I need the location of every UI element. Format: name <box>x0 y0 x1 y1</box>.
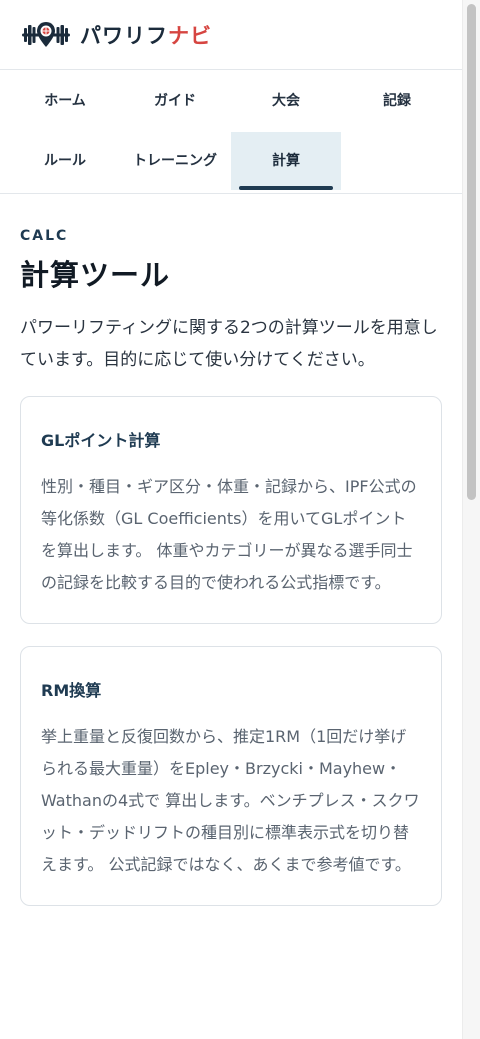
rm-conversion-card[interactable]: RM換算 挙上重量と反復回数から、推定1RM（1回だけ挙げられる最大重量）をEp… <box>20 646 442 906</box>
nav-tab-label: ルール <box>44 152 86 169</box>
brand-logo-text[interactable]: パワリフナビ <box>80 20 212 50</box>
barbell-pin-icon[interactable] <box>20 19 72 51</box>
brand-part-accent: ナビ <box>168 23 212 48</box>
gl-points-card[interactable]: GLポイント計算 性別・種目・ギア区分・体重・記録から、IPF公式の等化係数（G… <box>20 396 442 624</box>
intro-text: パワーリフティングに関する2つの計算ツールを用意しています。目的に応じて使い分け… <box>20 318 438 370</box>
nav-tab-label: 計算 <box>272 152 300 169</box>
nav-tab-competitions[interactable]: 大会 <box>231 72 341 130</box>
vertical-scrollbar[interactable] <box>462 0 480 1039</box>
page: パワリフナビ ホーム ガイド 大会 記録 ルール トレーニング 計算 CALC … <box>0 0 462 1039</box>
nav-tab-home[interactable]: ホーム <box>10 72 120 130</box>
site-header: パワリフナビ <box>0 0 462 70</box>
section-eyebrow: CALC <box>20 228 69 244</box>
nav-tab-records[interactable]: 記録 <box>342 72 452 130</box>
brand-part-main: パワリフ <box>80 23 168 48</box>
page-title: 計算ツール <box>20 258 171 292</box>
nav-tab-label: トレーニング <box>133 152 217 169</box>
main-content: CALC 計算ツール パワーリフティングに関する2つの計算ツールを用意しています… <box>0 228 462 906</box>
nav-tab-label: 記録 <box>383 92 411 109</box>
nav-tab-label: 大会 <box>272 92 300 109</box>
main-nav: ホーム ガイド 大会 記録 ルール トレーニング 計算 <box>0 70 462 194</box>
card-title: GLポイント計算 <box>41 431 161 450</box>
card-description: 挙上重量と反復回数から、推定1RM（1回だけ挙げられる最大重量）をEpley・B… <box>41 727 420 874</box>
card-title: RM換算 <box>41 681 102 700</box>
nav-tab-calc[interactable]: 計算 <box>231 132 341 190</box>
scrollbar-thumb[interactable] <box>467 4 476 500</box>
nav-tab-rules[interactable]: ルール <box>10 132 120 190</box>
nav-tab-label: ホーム <box>44 92 86 109</box>
card-description: 性別・種目・ギア区分・体重・記録から、IPF公式の等化係数（GL Coeffic… <box>41 477 417 592</box>
nav-tab-training[interactable]: トレーニング <box>120 132 230 190</box>
nav-tab-guide[interactable]: ガイド <box>120 72 230 130</box>
nav-tab-label: ガイド <box>154 92 196 109</box>
